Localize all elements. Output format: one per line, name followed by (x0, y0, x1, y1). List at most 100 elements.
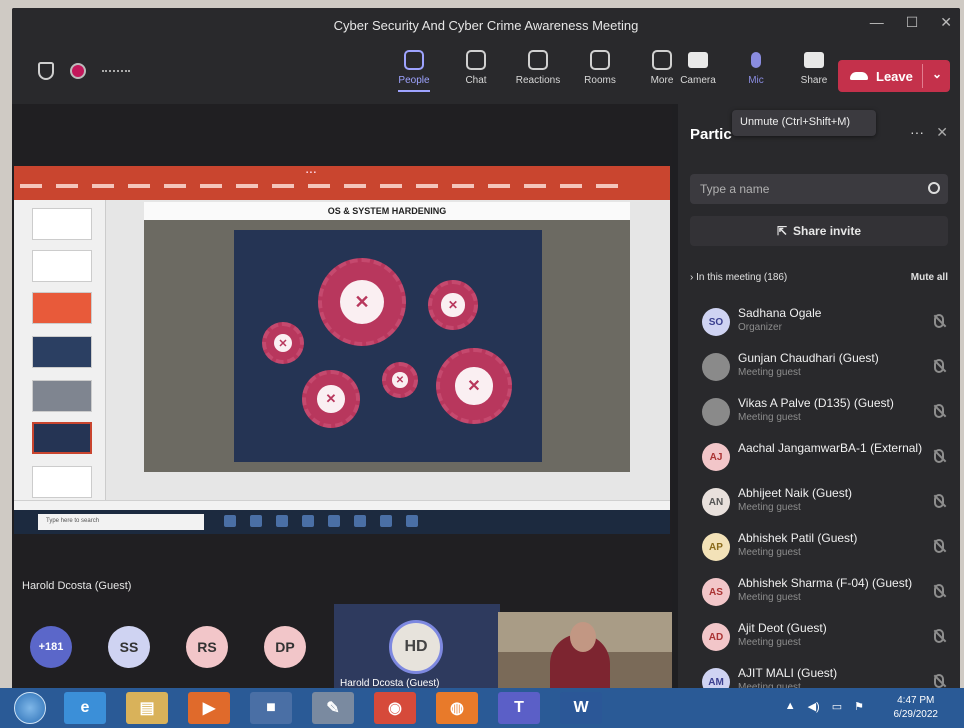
gears-illustration (234, 230, 542, 462)
participant-name: Abhishek Patil (Guest) (738, 531, 858, 545)
toolbar-rooms-button[interactable]: Rooms (580, 50, 620, 92)
participant-search-input[interactable]: Type a name (690, 174, 948, 204)
camera-video-tile[interactable] (498, 612, 672, 690)
toolbar-chat-button[interactable]: Chat (456, 50, 496, 92)
powerpoint-status-bar (14, 500, 670, 510)
avatar[interactable]: SS (108, 626, 150, 668)
close-icon[interactable]: ✕ (940, 14, 952, 31)
clock[interactable]: 4:47 PM 6/29/2022 (894, 694, 939, 722)
show-hidden-icons-icon[interactable]: ▲ (785, 700, 796, 713)
section-header[interactable]: › In this meeting (186) (690, 272, 787, 283)
avatar[interactable]: RS (186, 626, 228, 668)
mic-off-icon[interactable] (934, 629, 944, 643)
slide-title: OS & SYSTEM HARDENING (144, 202, 630, 220)
slide-thumbnail[interactable] (32, 380, 92, 412)
share-icon (804, 52, 824, 68)
taskbar-app-icon[interactable]: ▶ (188, 692, 230, 724)
toolbar-more-button[interactable]: More (642, 50, 682, 92)
participant-row[interactable]: AD Ajit Deot (Guest) Meeting guest (690, 615, 952, 660)
avatar: AJ (702, 443, 730, 471)
avatar (702, 398, 730, 426)
taskbar-app-icon[interactable]: ✎ (312, 692, 354, 724)
avatar: AP (702, 533, 730, 561)
participant-name: Aachal JangamwarBA-1 (External) (738, 441, 923, 455)
toolbar-center: People Chat Reactions Rooms More (394, 50, 682, 92)
title-bar: Cyber Security And Cyber Crime Awareness… (12, 8, 960, 42)
avatar[interactable]: +181 (30, 626, 72, 668)
chevron-down-icon[interactable]: ⌄ (932, 67, 942, 81)
meeting-info (38, 62, 130, 80)
participant-row[interactable]: AS Abhishek Sharma (F-04) (Guest) Meeting … (690, 570, 952, 615)
mic-off-icon[interactable] (934, 674, 944, 688)
panel-title: Partic (690, 126, 732, 143)
mic-off-icon[interactable] (934, 404, 944, 418)
in-meeting-section: › In this meeting (186) Mute all (690, 272, 948, 283)
participant-list: SO Sadhana Ogale Organizer Gunjan Chaudhari… (690, 300, 952, 690)
start-button[interactable] (14, 692, 46, 724)
taskbar-app-icon[interactable]: ■ (250, 692, 292, 724)
slide-thumbnail-active[interactable] (32, 422, 92, 454)
taskbar-app-icon[interactable]: ◍ (436, 692, 478, 724)
gear-icon (262, 322, 304, 364)
mute-all-button[interactable]: Mute all (911, 272, 948, 283)
maximize-icon[interactable]: ☐ (906, 14, 919, 31)
taskbar-app-icon[interactable]: e (64, 692, 106, 724)
participant-row[interactable]: SO Sadhana Ogale Organizer (690, 300, 952, 345)
participant-role: Meeting guest (738, 592, 801, 603)
slide-thumbnail[interactable] (32, 466, 92, 498)
gear-icon (436, 348, 512, 424)
mic-button[interactable]: Mic (736, 52, 776, 86)
meeting-toolbar: People Chat Reactions Rooms More Camera Mic … (12, 42, 960, 104)
leave-button[interactable]: Leave ⌄ (838, 60, 950, 92)
mic-off-icon[interactable] (934, 359, 944, 373)
toolbar-reactions-button[interactable]: Reactions (516, 50, 560, 92)
taskbar-app-icon[interactable]: T (498, 692, 540, 724)
mic-off-icon[interactable] (934, 449, 944, 463)
taskbar-app-icon[interactable]: ◉ (374, 692, 416, 724)
participant-row[interactable]: Gunjan Chaudhari (Guest) Meeting guest (690, 345, 952, 390)
participant-row[interactable]: AP Abhishek Patil (Guest) Meeting guest (690, 525, 952, 570)
participant-row[interactable]: Vikas A Palve (D135) (Guest) Meeting gues… (690, 390, 952, 435)
participant-role: Meeting guest (738, 637, 801, 648)
flag-icon[interactable]: ⚑ (854, 700, 864, 713)
mic-off-icon[interactable] (934, 494, 944, 508)
slide-thumbnail[interactable] (32, 336, 92, 368)
avatar[interactable]: DP (264, 626, 306, 668)
taskbar-app-icon[interactable]: W (560, 692, 602, 724)
camera-button[interactable]: Camera (678, 52, 718, 86)
participant-role: Meeting guest (738, 367, 801, 378)
participant-row[interactable]: AN Abhijeet Naik (Guest) Meeting guest (690, 480, 952, 525)
gear-icon (302, 370, 360, 428)
shield-icon[interactable] (38, 62, 54, 80)
slide-thumbnail[interactable] (32, 250, 92, 282)
toolbar-right: Camera Mic Share (678, 52, 834, 86)
participant-role: Meeting guest (738, 412, 801, 423)
slide-thumbnail[interactable] (32, 208, 92, 240)
network-icon[interactable]: ▭ (832, 700, 842, 713)
avatar (702, 353, 730, 381)
slide-thumbnail[interactable] (32, 292, 92, 324)
more-icon[interactable]: ··· (910, 124, 924, 140)
video-tile-harold[interactable]: HD Harold Dcosta (Guest) (334, 604, 500, 690)
avatar: HD (389, 620, 443, 674)
volume-icon[interactable]: ◀) (808, 700, 820, 713)
chat-icon (466, 50, 486, 70)
participant-row[interactable]: AM AJIT MALI (Guest) Meeting guest (690, 660, 952, 690)
toolbar-people-button[interactable]: People (394, 50, 434, 92)
avatar: AS (702, 578, 730, 606)
more-icon (652, 50, 672, 70)
mic-off-icon[interactable] (934, 314, 944, 328)
share-invite-button[interactable]: ⇱ Share invite (690, 216, 948, 246)
participant-name: Abhijeet Naik (Guest) (738, 486, 853, 500)
taskbar-app-icon[interactable]: ▤ (126, 692, 168, 724)
participant-row[interactable]: AJ Aachal JangamwarBA-1 (External) (690, 435, 952, 480)
minimize-icon[interactable]: — (870, 14, 884, 31)
window-controls: — ☐ ✕ (870, 14, 952, 31)
participant-role: Meeting guest (738, 547, 801, 558)
mic-off-icon[interactable] (934, 539, 944, 553)
gear-icon (382, 362, 418, 398)
share-button[interactable]: Share (794, 52, 834, 86)
mic-off-icon[interactable] (934, 584, 944, 598)
window-title: Cyber Security And Cyber Crime Awareness… (333, 17, 639, 33)
close-panel-icon[interactable]: ✕ (936, 124, 948, 141)
